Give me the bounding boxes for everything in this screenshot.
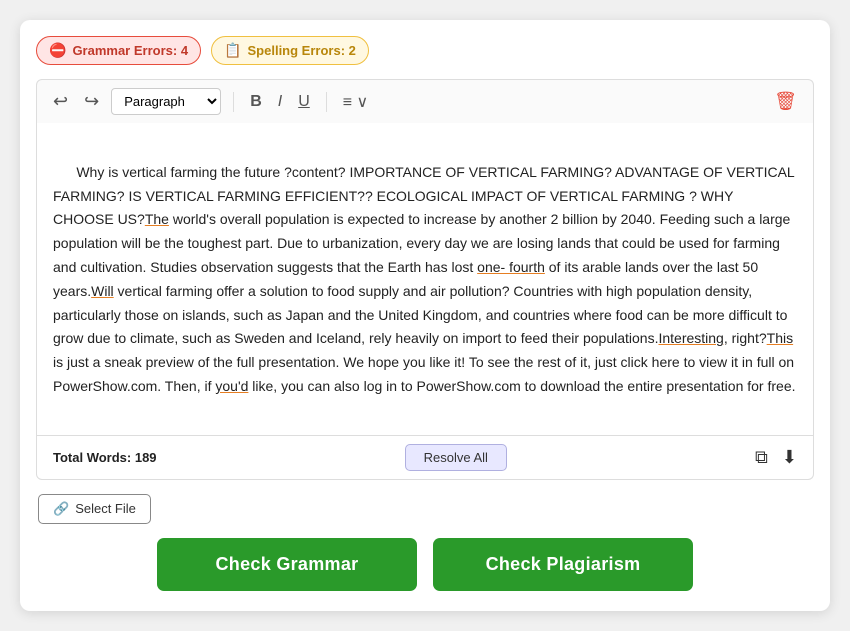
this-word: This xyxy=(767,330,793,346)
resolve-all-button[interactable]: Resolve All xyxy=(405,444,507,471)
bold-button[interactable]: B xyxy=(246,91,266,113)
interesting-word: Interesting xyxy=(658,330,723,346)
footer-icons: ⧉ ⬇ xyxy=(755,447,797,468)
content-end2: like, you can also log in to PowerShow.c… xyxy=(248,378,795,394)
select-file-button[interactable]: 🔗 Select File xyxy=(38,494,151,524)
spelling-badge[interactable]: 📋 Spelling Errors: 2 xyxy=(211,36,369,65)
grammar-icon: ⛔ xyxy=(49,42,66,59)
will-word: Will xyxy=(91,283,114,299)
separator-2 xyxy=(326,92,327,112)
italic-button[interactable]: I xyxy=(274,91,286,113)
redo-button[interactable]: ↪ xyxy=(80,89,103,114)
check-grammar-button[interactable]: Check Grammar xyxy=(157,538,417,591)
one-fourth-word: one- fourth xyxy=(477,259,545,275)
align-button[interactable]: ≡ ∨ xyxy=(339,90,373,114)
youd-word: you'd xyxy=(215,378,248,394)
separator-1 xyxy=(233,92,234,112)
download-button[interactable]: ⬇ xyxy=(782,447,797,468)
copy-icon: ⧉ xyxy=(755,447,768,467)
editor-area[interactable]: Why is vertical farming the future ?cont… xyxy=(36,123,814,436)
error-badges: ⛔ Grammar Errors: 4 📋 Spelling Errors: 2 xyxy=(36,36,814,65)
trash-button[interactable]: 🗑 xyxy=(770,89,801,114)
paragraph-select[interactable]: Paragraph xyxy=(111,88,221,115)
undo-button[interactable]: ↩ xyxy=(49,89,72,114)
download-icon: ⬇ xyxy=(782,447,797,467)
check-plagiarism-button[interactable]: Check Plagiarism xyxy=(433,538,693,591)
editor-text: Why is vertical farming the future ?cont… xyxy=(53,137,797,423)
spelling-badge-label: Spelling Errors: 2 xyxy=(248,43,356,58)
underline-button[interactable]: U xyxy=(294,91,314,113)
grammar-badge[interactable]: ⛔ Grammar Errors: 4 xyxy=(36,36,201,65)
grammar-badge-label: Grammar Errors: 4 xyxy=(72,43,188,58)
main-container: ⛔ Grammar Errors: 4 📋 Spelling Errors: 2… xyxy=(20,20,830,611)
editor-toolbar: ↩ ↪ Paragraph B I U ≡ ∨ 🗑 xyxy=(36,79,814,123)
select-file-label: Select File xyxy=(75,501,136,516)
copy-button[interactable]: ⧉ xyxy=(755,447,768,468)
word-count: Total Words: 189 xyxy=(53,450,157,465)
content-middle3: , right? xyxy=(724,330,767,346)
the-word: The xyxy=(145,211,169,227)
link-icon: 🔗 xyxy=(53,501,69,517)
spelling-icon: 📋 xyxy=(224,42,241,59)
select-file-area: 🔗 Select File xyxy=(36,480,814,524)
editor-footer: Total Words: 189 Resolve All ⧉ ⬇ xyxy=(36,436,814,480)
action-buttons: Check Grammar Check Plagiarism xyxy=(36,538,814,591)
